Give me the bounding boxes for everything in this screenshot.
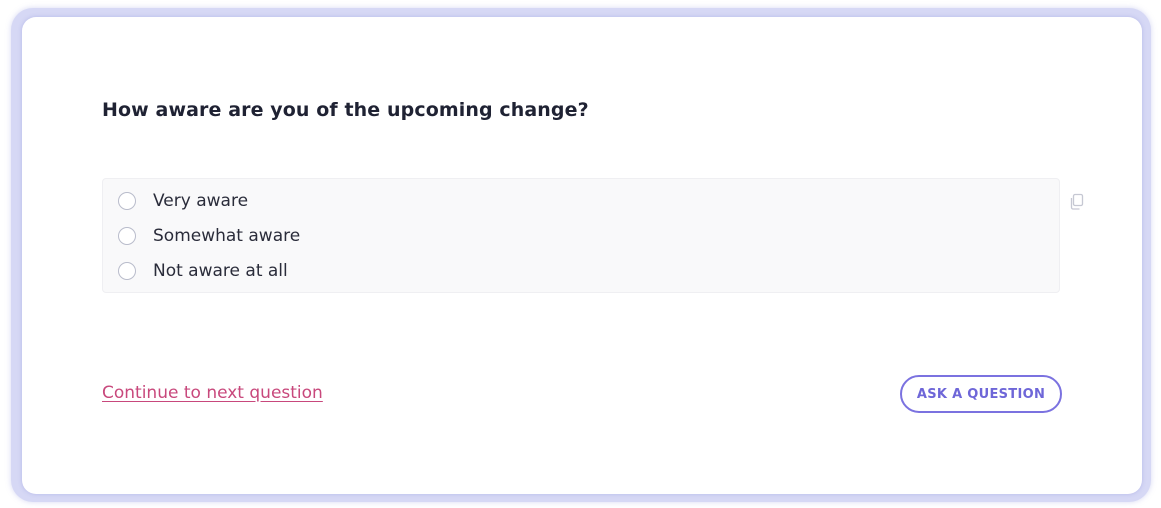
radio-button[interactable] bbox=[118, 262, 136, 280]
option-not-aware[interactable]: Not aware at all bbox=[118, 258, 288, 284]
ask-question-button[interactable]: ASK A QUESTION bbox=[900, 375, 1062, 413]
option-label: Not aware at all bbox=[153, 261, 288, 281]
question-card: How aware are you of the upcoming change… bbox=[22, 17, 1142, 494]
continue-link[interactable]: Continue to next question bbox=[102, 383, 323, 403]
options-panel: Very aware Somewhat aware Not aware at a… bbox=[102, 178, 1060, 293]
option-very-aware[interactable]: Very aware bbox=[118, 188, 248, 214]
radio-button[interactable] bbox=[118, 227, 136, 245]
radio-button[interactable] bbox=[118, 192, 136, 210]
option-label: Very aware bbox=[153, 191, 249, 211]
question-title: How aware are you of the upcoming change… bbox=[102, 99, 589, 121]
copy-icon[interactable] bbox=[1068, 193, 1086, 211]
option-somewhat-aware[interactable]: Somewhat aware bbox=[118, 223, 300, 249]
option-label: Somewhat aware bbox=[153, 226, 301, 246]
